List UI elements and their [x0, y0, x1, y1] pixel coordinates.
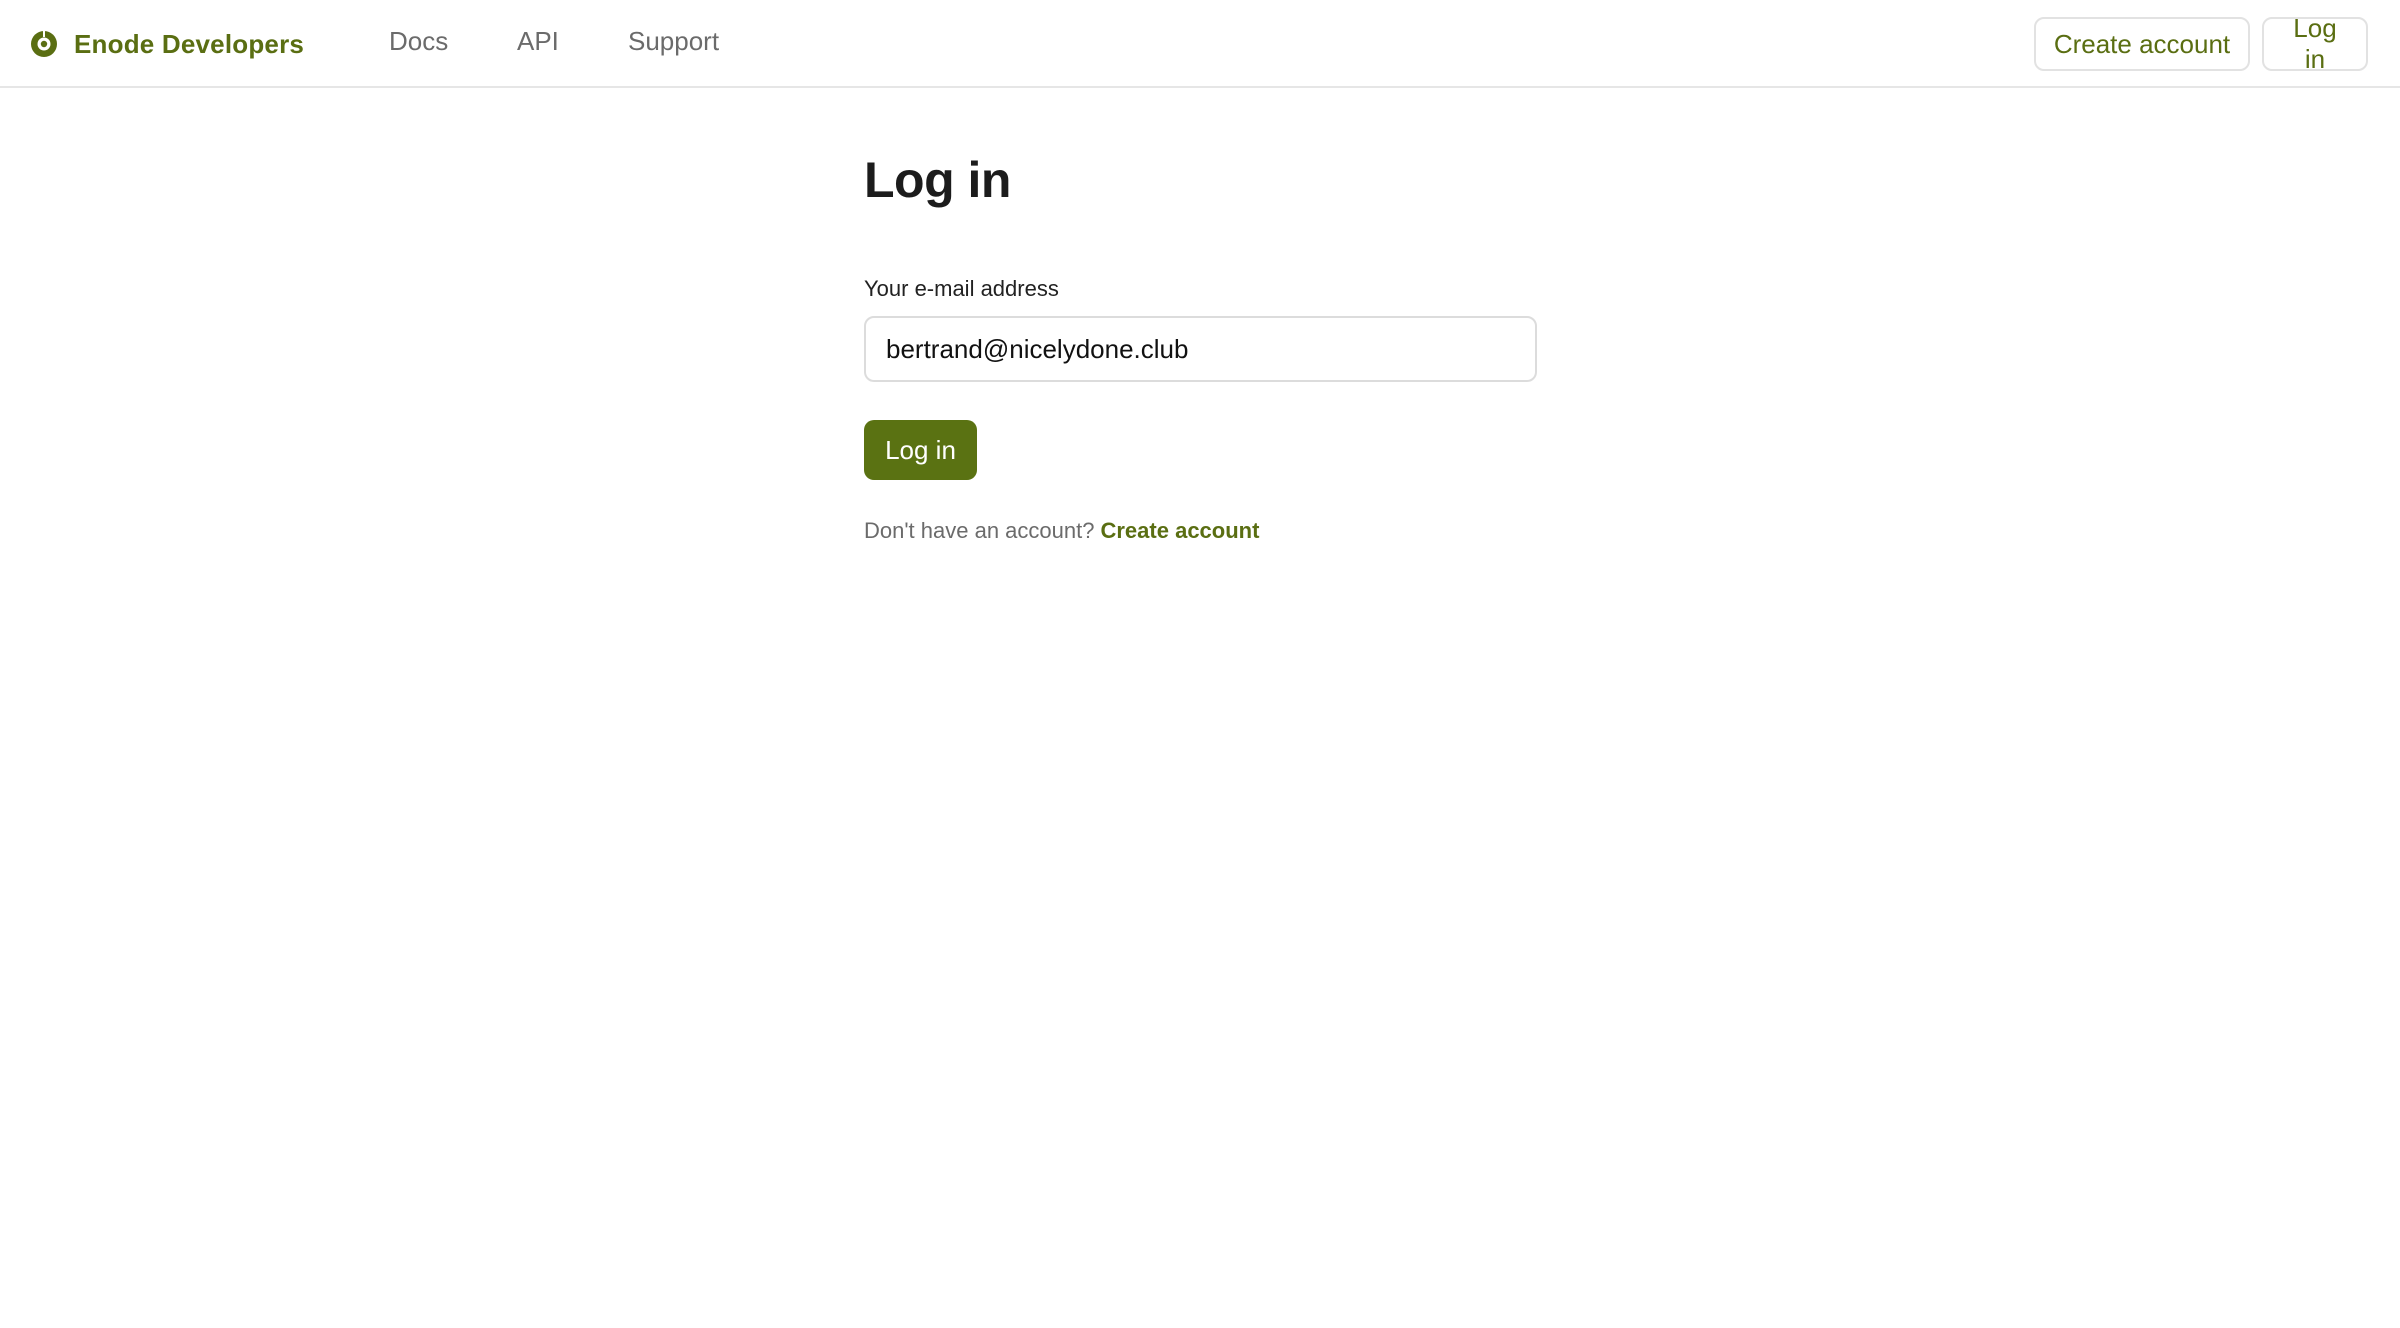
nav-link-api[interactable]: API	[517, 26, 559, 57]
nav-link-docs[interactable]: Docs	[389, 26, 448, 57]
header-login-button[interactable]: Log in	[2262, 13, 2368, 74]
enode-logo-icon	[31, 31, 57, 57]
page-title: Log in	[864, 152, 1011, 208]
nav-link-support[interactable]: Support	[628, 26, 719, 57]
top-navigation-bar: Enode Developers Docs API Support Create…	[0, 0, 2400, 88]
email-field[interactable]	[864, 316, 1537, 382]
signup-prompt-line: Don't have an account? Create account	[864, 518, 1544, 544]
signup-prompt-text: Don't have an account?	[864, 518, 1095, 543]
brand-name: Enode Developers	[74, 28, 305, 59]
header-create-account-button[interactable]: Create account	[2034, 17, 2250, 71]
brand-home-link[interactable]: Enode Developers	[28, 22, 304, 66]
create-account-link[interactable]: Create account	[1100, 518, 1259, 543]
login-form-section: Log in Your e-mail address Log in Don't …	[864, 140, 1544, 544]
email-field-label: Your e-mail address	[864, 276, 1059, 301]
login-submit-button[interactable]: Log in	[864, 420, 977, 480]
